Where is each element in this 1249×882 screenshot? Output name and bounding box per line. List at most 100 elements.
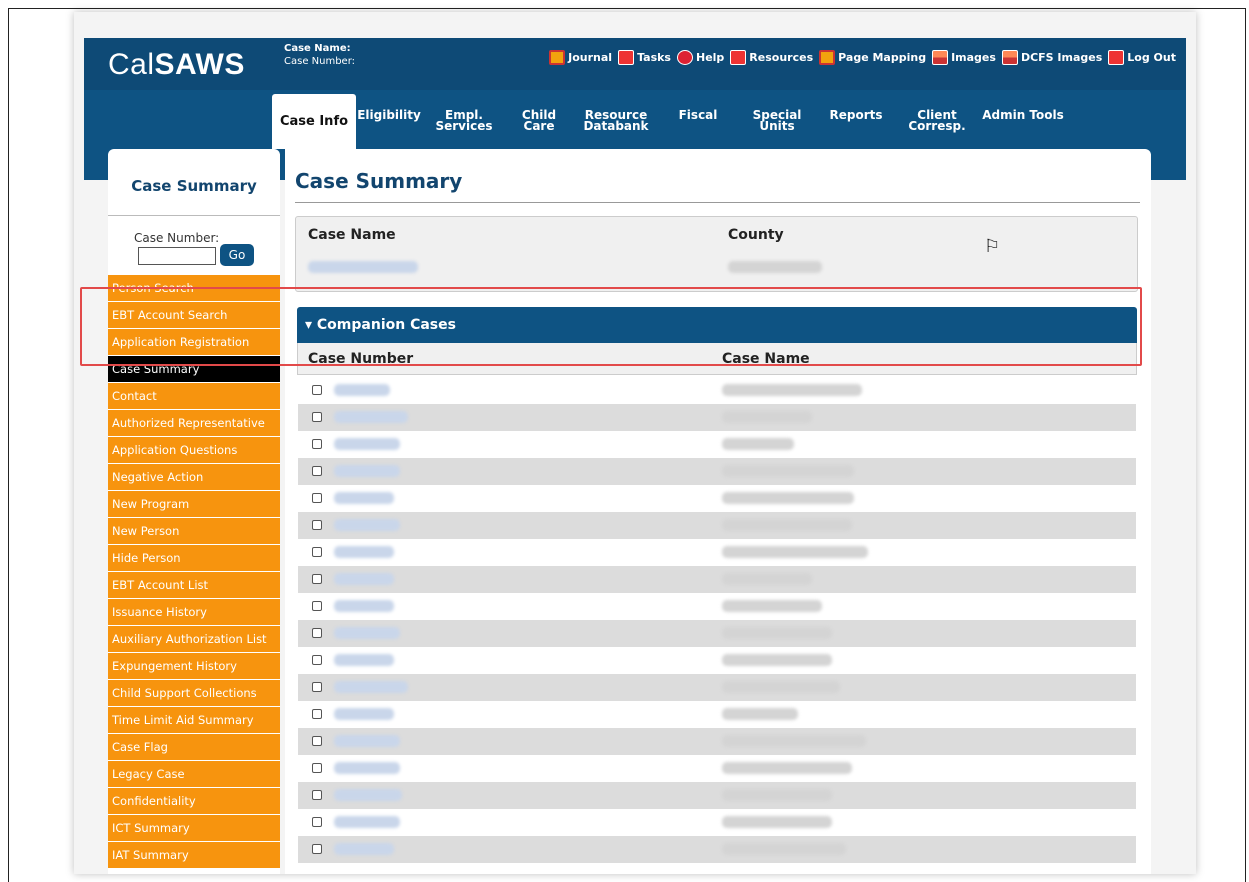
menu-item-application-registration[interactable]: Application Registration bbox=[108, 329, 280, 356]
page-mapping-link[interactable]: Page Mapping bbox=[819, 50, 926, 65]
help-link[interactable]: Help bbox=[676, 50, 724, 65]
row-checkbox[interactable] bbox=[312, 601, 322, 611]
redacted-case-name bbox=[722, 438, 794, 450]
journal-link[interactable]: Journal bbox=[549, 50, 612, 65]
table-row bbox=[298, 512, 1136, 539]
row-checkbox[interactable] bbox=[312, 655, 322, 665]
image-icon bbox=[1001, 50, 1018, 65]
row-checkbox[interactable] bbox=[312, 412, 322, 422]
menu-item-contact[interactable]: Contact bbox=[108, 383, 280, 410]
row-checkbox[interactable] bbox=[312, 817, 322, 827]
case-number-input[interactable] bbox=[138, 247, 216, 265]
row-checkbox[interactable] bbox=[312, 466, 322, 476]
case-number-label: Case Number: bbox=[284, 56, 356, 67]
companion-cases-panel: ▾ Companion Cases Case Number Case Name bbox=[297, 307, 1137, 375]
row-checkbox[interactable] bbox=[312, 844, 322, 854]
companion-cases-rows bbox=[298, 377, 1136, 863]
top-bar: CalSAWS Case Name: Case Number: Journal … bbox=[84, 38, 1186, 90]
row-checkbox[interactable] bbox=[312, 736, 322, 746]
log-out-link[interactable]: Log Out bbox=[1108, 50, 1176, 65]
menu-item-auxiliary-authorization-list[interactable]: Auxiliary Authorization List bbox=[108, 626, 280, 653]
tab-special-units[interactable]: Special Units bbox=[736, 94, 818, 149]
tab-admin-tools[interactable]: Admin Tools bbox=[980, 94, 1066, 149]
menu-item-application-questions[interactable]: Application Questions bbox=[108, 437, 280, 464]
redacted-case-number bbox=[334, 546, 394, 558]
menu-item-child-support-collections[interactable]: Child Support Collections bbox=[108, 680, 280, 707]
redacted-case-number bbox=[334, 384, 390, 396]
table-row bbox=[298, 809, 1136, 836]
redacted-case-name bbox=[722, 816, 832, 828]
go-button[interactable]: Go bbox=[220, 244, 254, 266]
redacted-case-name bbox=[722, 600, 822, 612]
row-checkbox[interactable] bbox=[312, 790, 322, 800]
menu-item-authorized-representative[interactable]: Authorized Representative bbox=[108, 410, 280, 437]
table-row bbox=[298, 404, 1136, 431]
menu-item-expungement-history[interactable]: Expungement History bbox=[108, 653, 280, 680]
resources-link[interactable]: Resources bbox=[730, 50, 813, 65]
menu-item-case-summary[interactable]: Case Summary bbox=[108, 356, 280, 383]
divider bbox=[108, 215, 280, 216]
table-row bbox=[298, 836, 1136, 863]
images-link[interactable]: Images bbox=[932, 50, 996, 65]
col-case-name: Case Name bbox=[722, 351, 810, 367]
redacted-case-name bbox=[722, 681, 840, 693]
redacted-case-number bbox=[334, 411, 408, 423]
case-name-header: Case Name bbox=[308, 227, 396, 243]
redacted-case-number bbox=[334, 735, 400, 747]
row-checkbox[interactable] bbox=[312, 574, 322, 584]
tab-child-care[interactable]: Child Care bbox=[506, 94, 572, 149]
row-checkbox[interactable] bbox=[312, 763, 322, 773]
row-checkbox[interactable] bbox=[312, 682, 322, 692]
row-checkbox[interactable] bbox=[312, 547, 322, 557]
companion-cases-header[interactable]: ▾ Companion Cases bbox=[297, 307, 1137, 343]
row-checkbox[interactable] bbox=[312, 493, 322, 503]
menu-item-issuance-history[interactable]: Issuance History bbox=[108, 599, 280, 626]
redacted-case-name bbox=[722, 627, 832, 639]
top-links: Journal Tasks Help Resources Page Mappin… bbox=[549, 50, 1176, 65]
redacted-county bbox=[728, 261, 822, 273]
menu-item-new-person[interactable]: New Person bbox=[108, 518, 280, 545]
row-checkbox[interactable] bbox=[312, 439, 322, 449]
menu-item-time-limit-aid-summary[interactable]: Time Limit Aid Summary bbox=[108, 707, 280, 734]
redacted-case-name bbox=[722, 465, 854, 477]
menu-item-hide-person[interactable]: Hide Person bbox=[108, 545, 280, 572]
row-checkbox[interactable] bbox=[312, 628, 322, 638]
menu-item-new-program[interactable]: New Program bbox=[108, 491, 280, 518]
tab-reports[interactable]: Reports bbox=[818, 94, 894, 149]
page-title: Case Summary bbox=[295, 169, 463, 193]
row-checkbox[interactable] bbox=[312, 385, 322, 395]
redacted-case-name bbox=[722, 735, 866, 747]
tasks-link[interactable]: Tasks bbox=[618, 50, 671, 65]
tab-client-corresp[interactable]: Client Corresp. bbox=[894, 94, 980, 149]
menu-item-person-search[interactable]: Person Search bbox=[108, 275, 280, 302]
menu-item-iat-summary[interactable]: IAT Summary bbox=[108, 842, 280, 869]
menu-item-ict-summary[interactable]: ICT Summary bbox=[108, 815, 280, 842]
tab-fiscal[interactable]: Fiscal bbox=[660, 94, 736, 149]
redacted-case-name bbox=[722, 519, 852, 531]
table-row bbox=[298, 377, 1136, 404]
county-header: County bbox=[728, 227, 784, 243]
menu-item-ebt-account-search[interactable]: EBT Account Search bbox=[108, 302, 280, 329]
book-icon bbox=[549, 50, 566, 65]
row-checkbox[interactable] bbox=[312, 709, 322, 719]
table-row bbox=[298, 485, 1136, 512]
case-name-label: Case Name: bbox=[284, 43, 351, 54]
tab-empl-services[interactable]: Empl. Services bbox=[422, 94, 506, 149]
flag-icon[interactable]: ⚐ bbox=[984, 236, 1000, 257]
redacted-case-number bbox=[334, 627, 400, 639]
tab-case-info[interactable]: Case Info bbox=[272, 94, 356, 149]
menu-item-negative-action[interactable]: Negative Action bbox=[108, 464, 280, 491]
dcfs-images-link[interactable]: DCFS Images bbox=[1001, 50, 1102, 65]
left-panel: Case Summary Case Number: Go Person Sear… bbox=[108, 149, 280, 874]
menu-item-confidentiality[interactable]: Confidentiality bbox=[108, 788, 280, 815]
tab-resource-databank[interactable]: Resource Databank bbox=[572, 94, 660, 149]
tab-eligibility[interactable]: Eligibility bbox=[356, 94, 422, 149]
row-checkbox[interactable] bbox=[312, 520, 322, 530]
redacted-case-number bbox=[334, 492, 394, 504]
table-row bbox=[298, 458, 1136, 485]
menu-item-legacy-case[interactable]: Legacy Case bbox=[108, 761, 280, 788]
redacted-case-name bbox=[722, 492, 854, 504]
menu-item-ebt-account-list[interactable]: EBT Account List bbox=[108, 572, 280, 599]
table-row bbox=[298, 728, 1136, 755]
menu-item-case-flag[interactable]: Case Flag bbox=[108, 734, 280, 761]
